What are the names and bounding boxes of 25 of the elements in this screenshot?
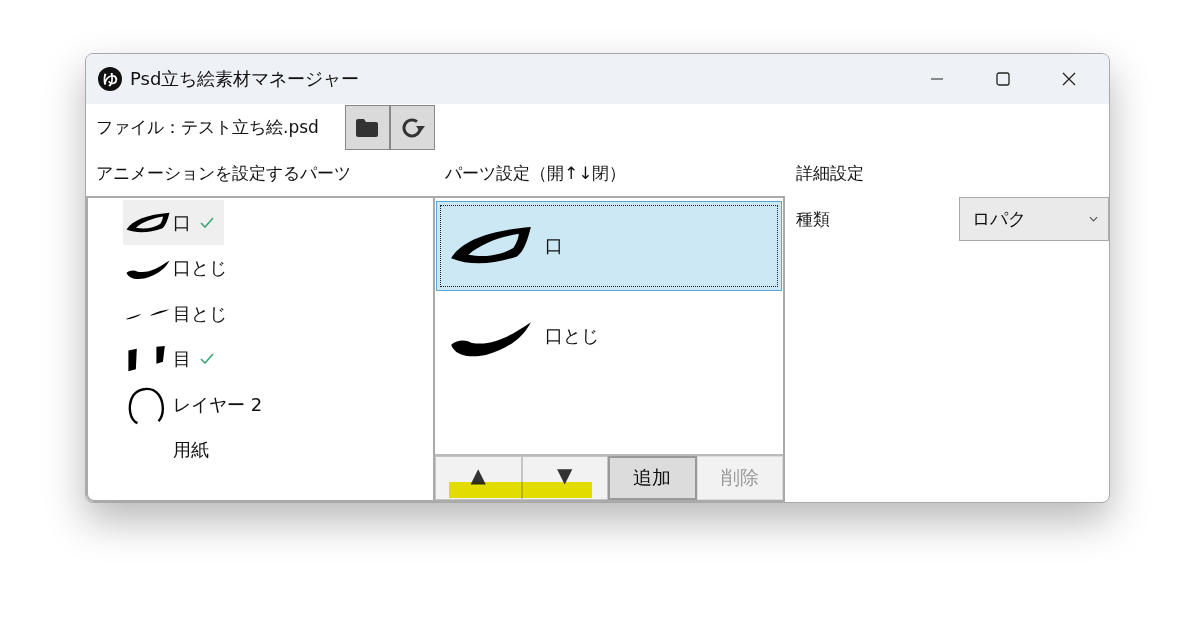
check-icon bbox=[200, 353, 214, 366]
layer-item[interactable]: 目とじ bbox=[123, 291, 237, 337]
layer-item[interactable]: 口 bbox=[123, 200, 224, 246]
window-title: Psd立ち絵素材マネージャー bbox=[130, 67, 360, 91]
check-icon bbox=[200, 216, 214, 229]
type-dropdown[interactable]: ロパク bbox=[959, 197, 1109, 241]
layer-item[interactable]: 用紙 bbox=[123, 427, 219, 473]
reload-button[interactable] bbox=[389, 105, 435, 150]
layer-item[interactable]: 口とじ bbox=[123, 245, 237, 291]
part-item[interactable]: 口 bbox=[436, 201, 782, 291]
layer-item[interactable]: レイヤー 2 bbox=[123, 382, 273, 428]
part-item[interactable]: 口とじ bbox=[436, 291, 782, 381]
panel-heading: パーツ設定（開↑↓閉） bbox=[444, 162, 628, 185]
chevron-icon bbox=[1089, 216, 1098, 222]
layer-item[interactable]: 目 bbox=[123, 336, 224, 382]
field-label: 種類 bbox=[796, 207, 830, 231]
app-logo: ゆ bbox=[98, 67, 122, 91]
file-label: ファイル：テスト立ち絵.psd bbox=[96, 116, 319, 139]
close-icon[interactable] bbox=[1062, 72, 1076, 86]
folder-icon bbox=[355, 117, 380, 138]
open-folder-button[interactable] bbox=[344, 105, 390, 150]
panel-heading: アニメーションを設定するパーツ bbox=[95, 162, 352, 185]
action-button[interactable]: 追加 bbox=[608, 456, 697, 500]
panel-heading: 詳細設定 bbox=[796, 162, 865, 185]
maximize-icon[interactable] bbox=[996, 72, 1010, 86]
